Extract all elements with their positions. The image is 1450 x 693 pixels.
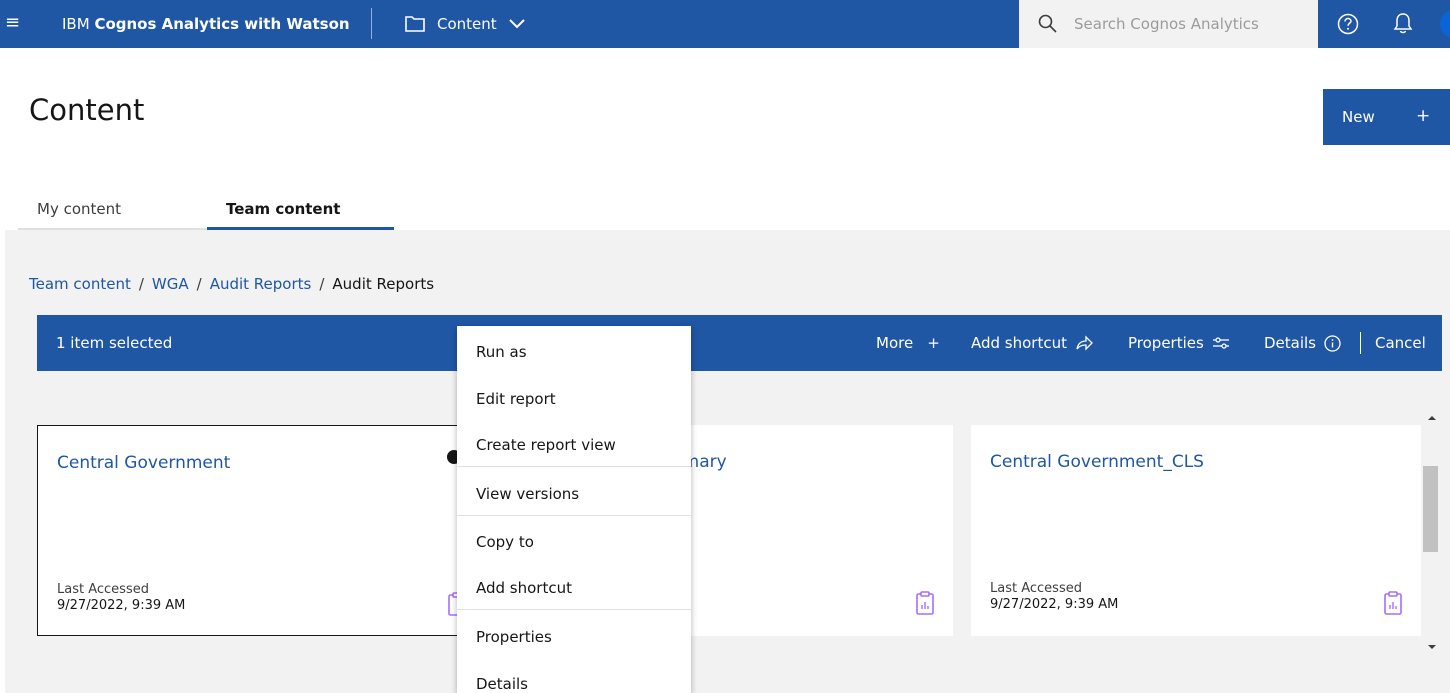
scroll-up-arrow-icon[interactable] — [1427, 413, 1437, 423]
product-name[interactable]: IBM Cognos Analytics with Watson — [62, 14, 350, 34]
report-card-central-government[interactable]: Central Government Last Accessed 9/27/20… — [37, 425, 467, 636]
add-shortcut-button[interactable]: Add shortcut — [971, 333, 1093, 353]
new-button-label: New — [1342, 108, 1375, 126]
settings-sliders-icon — [1212, 337, 1229, 349]
menu-divider — [457, 515, 691, 516]
card-meta-label: Last Accessed — [990, 581, 1082, 596]
selection-toolbar: 1 item selected More + Add shortcut Prop… — [37, 315, 1442, 371]
brand-prefix: IBM — [62, 15, 95, 33]
menu-item-label: Copy to — [476, 533, 534, 551]
search-box[interactable] — [1019, 0, 1318, 48]
info-icon — [1324, 334, 1341, 352]
shortcut-arrow-icon — [1076, 335, 1093, 351]
card-title[interactable]: Central Government — [57, 452, 230, 474]
report-card-central-government-cls[interactable]: Central Government_CLS Last Accessed 9/2… — [971, 425, 1421, 636]
user-avatar[interactable] — [1440, 10, 1450, 38]
selection-count: 1 item selected — [56, 334, 173, 352]
page-title: Content — [29, 93, 145, 127]
menu-item-copy-to[interactable]: Copy to — [457, 518, 691, 562]
properties-label: Properties — [1128, 334, 1204, 352]
breadcrumb-separator: / — [138, 275, 144, 293]
menu-item-run-as[interactable]: Run as — [457, 328, 691, 372]
details-button[interactable]: Details — [1264, 333, 1341, 353]
topbar-divider — [371, 8, 372, 39]
breadcrumb-separator: / — [196, 275, 202, 293]
content-tabs: My content Team content — [18, 192, 394, 230]
menu-item-label: Edit report — [476, 390, 556, 408]
content-switcher[interactable]: Content — [405, 10, 525, 38]
tab-my-content[interactable]: My content — [18, 192, 207, 230]
menu-item-label: Properties — [476, 628, 552, 646]
card-meta-label: Last Accessed — [57, 582, 149, 597]
cancel-label: Cancel — [1375, 334, 1426, 352]
menu-divider — [457, 466, 691, 467]
cancel-button[interactable]: Cancel — [1375, 333, 1426, 353]
card-title[interactable]: Central Government_CLS — [990, 451, 1204, 473]
add-shortcut-label: Add shortcut — [971, 334, 1067, 352]
breadcrumb-current: Audit Reports — [332, 275, 435, 293]
menu-item-label: Create report view — [476, 436, 616, 454]
menu-divider — [457, 609, 691, 610]
card-meta-date: 9/27/2022, 9:39 AM — [990, 597, 1119, 612]
scroll-down-arrow-icon[interactable] — [1427, 642, 1437, 652]
menu-item-label: Add shortcut — [476, 579, 572, 597]
search-input[interactable] — [1074, 12, 1304, 36]
chevron-down-icon — [508, 19, 525, 29]
scrollbar-thumb[interactable] — [1423, 466, 1438, 552]
breadcrumb-link-wga[interactable]: WGA — [152, 275, 189, 293]
breadcrumb-link-team-content[interactable]: Team content — [29, 275, 131, 293]
notification-bell-icon[interactable] — [1393, 12, 1413, 35]
help-icon[interactable] — [1337, 13, 1359, 35]
context-menu: Run as Edit report Create report view Vi… — [457, 326, 691, 693]
content-switcher-label: Content — [437, 15, 497, 33]
menu-item-properties[interactable]: Properties — [457, 613, 691, 657]
details-label: Details — [1264, 334, 1317, 352]
menu-item-label: View versions — [476, 485, 580, 503]
more-button[interactable]: More + — [876, 333, 940, 353]
more-label: More — [876, 334, 914, 352]
breadcrumb: Team content / WGA / Audit Reports / Audit Rep… — [29, 274, 434, 294]
toolbar-divider — [1360, 332, 1361, 354]
menu-item-create-report-view[interactable]: Create report view — [457, 421, 691, 465]
breadcrumb-separator: / — [319, 275, 325, 293]
top-bar: ≡ IBM Cognos Analytics with Watson Conte… — [0, 0, 1450, 48]
menu-item-label: Details — [476, 675, 529, 693]
report-icon — [1384, 591, 1402, 615]
brand-name: Cognos Analytics with Watson — [94, 15, 350, 33]
folder-icon — [405, 16, 425, 32]
properties-button[interactable]: Properties — [1128, 333, 1230, 353]
plus-icon: + — [1416, 106, 1431, 126]
more-plus-icon: + — [927, 334, 940, 352]
breadcrumb-link-audit-reports[interactable]: Audit Reports — [210, 275, 312, 293]
card-meta-date: 9/27/2022, 9:39 AM — [57, 598, 186, 613]
menu-item-details[interactable]: Details — [457, 660, 691, 693]
menu-item-edit-report[interactable]: Edit report — [457, 375, 691, 419]
search-icon — [1038, 14, 1057, 33]
new-button[interactable]: New + — [1323, 89, 1450, 145]
menu-item-view-versions[interactable]: View versions — [457, 470, 691, 514]
tab-team-content[interactable]: Team content — [207, 192, 394, 230]
menu-item-add-shortcut[interactable]: Add shortcut — [457, 564, 691, 608]
menu-item-label: Run as — [476, 343, 527, 361]
hamburger-menu-icon[interactable]: ≡ — [5, 12, 23, 34]
report-icon — [916, 591, 934, 615]
